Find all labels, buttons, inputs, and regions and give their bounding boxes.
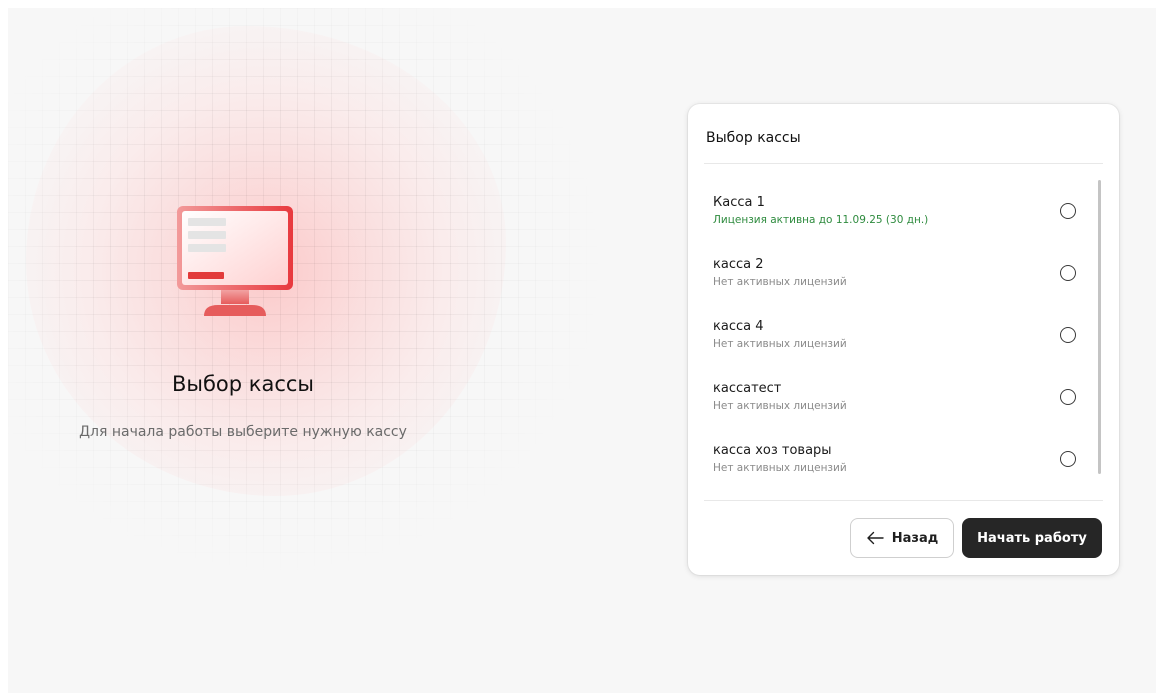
start-work-button[interactable]: Начать работу <box>962 518 1102 558</box>
register-name: касса 2 <box>713 257 764 272</box>
monitor-icon <box>174 204 296 320</box>
card-divider-bottom <box>704 500 1103 501</box>
select-register-card: Выбор кассы Касса 1 Лицензия активна до … <box>688 104 1119 575</box>
arrow-left-icon <box>866 531 884 545</box>
register-radio[interactable] <box>1060 451 1076 467</box>
license-status: Нет активных лицензий <box>713 400 847 412</box>
app-screen: Выбор кассы Для начала работы выберите н… <box>8 8 1156 693</box>
license-status: Лицензия активна до 11.09.25 (30 дн.) <box>713 214 929 226</box>
card-divider-top <box>704 163 1103 164</box>
register-name: Касса 1 <box>713 195 765 210</box>
register-item-1[interactable]: Касса 1 Лицензия активна до 11.09.25 (30… <box>704 180 1084 242</box>
license-status: Нет активных лицензий <box>713 276 847 288</box>
hero-subtitle: Для начала работы выберите нужную кассу <box>79 424 407 440</box>
license-status: Нет активных лицензий <box>713 462 847 474</box>
register-name: касса хоз товары <box>713 443 832 458</box>
register-item-3[interactable]: касса 4 Нет активных лицензий <box>704 304 1084 366</box>
register-item-2[interactable]: касса 2 Нет активных лицензий <box>704 242 1084 304</box>
register-list: Касса 1 Лицензия активна до 11.09.25 (30… <box>704 180 1084 490</box>
register-item-5[interactable]: касса хоз товары Нет активных лицензий <box>704 428 1084 490</box>
register-radio[interactable] <box>1060 327 1076 343</box>
background-grid <box>8 8 608 578</box>
register-radio[interactable] <box>1060 389 1076 405</box>
register-radio[interactable] <box>1060 265 1076 281</box>
back-button-label: Назад <box>891 530 939 546</box>
card-title: Выбор кассы <box>706 130 801 146</box>
start-work-button-label: Начать работу <box>977 530 1087 546</box>
register-item-4[interactable]: кассатест Нет активных лицензий <box>704 366 1084 428</box>
hero-title: Выбор кассы <box>171 372 315 396</box>
list-scrollbar[interactable] <box>1098 180 1101 474</box>
register-name: кассатест <box>713 381 782 396</box>
register-name: касса 4 <box>713 319 764 334</box>
license-status: Нет активных лицензий <box>713 338 847 350</box>
register-radio[interactable] <box>1060 203 1076 219</box>
back-button[interactable]: Назад <box>850 518 954 558</box>
